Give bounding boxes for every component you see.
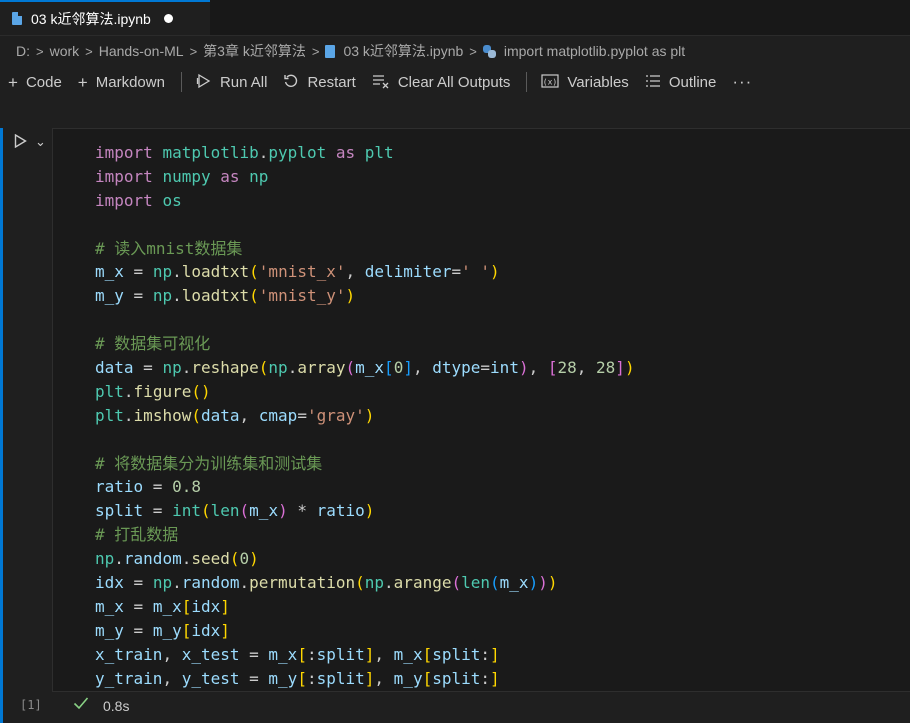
restart-label: Restart [307, 73, 356, 91]
code-line: import matplotlib.pyplot as plt [95, 143, 394, 162]
add-code-label: Code [25, 73, 62, 91]
code-line: import numpy as np [95, 166, 269, 186]
breadcrumb-file[interactable]: 03 k近邻算法.ipynb [343, 41, 463, 61]
chevron-right-icon: > [189, 43, 198, 59]
breadcrumb: D: > work > Hands-on-ML > 第3章 k近邻算法 > 03… [0, 36, 910, 66]
code-line: y_train, y_test = m_y[:split], m_y[split… [95, 668, 500, 688]
plus-icon: + [77, 72, 88, 92]
code-line: m_x = m_x[idx] [95, 596, 230, 616]
code-line: # 数据集可视化 [95, 334, 211, 354]
chevron-right-icon: > [311, 43, 320, 59]
notebook-file-icon [12, 12, 22, 25]
plus-icon: + [8, 72, 18, 92]
code-line: m_y = np.loadtxt('mnist_y') [95, 286, 356, 306]
variables-icon: (x) [541, 73, 559, 92]
variables-label: Variables [567, 73, 629, 91]
clear-all-icon [372, 73, 390, 92]
code-line: ratio = 0.8 [95, 477, 201, 497]
code-line: m_y = m_y[idx] [95, 620, 230, 640]
tab-title: 03 k近邻算法.ipynb [31, 10, 151, 27]
breadcrumb-folder-hands-on-ml[interactable]: Hands-on-ML [99, 43, 184, 59]
chevron-right-icon: > [85, 43, 93, 59]
restart-icon [283, 73, 299, 92]
code-line: plt.figure() [95, 381, 211, 401]
add-markdown-cell-button[interactable]: + Markdown [78, 74, 165, 91]
restart-button[interactable]: Restart [283, 73, 356, 92]
svg-text:(x): (x) [543, 77, 557, 86]
notebook-tab[interactable]: 03 k近邻算法.ipynb [0, 0, 210, 35]
breadcrumb-folder-chapter[interactable]: 第3章 k近邻算法 [203, 41, 306, 61]
code-line: plt.imshow(data, cmap='gray') [95, 405, 375, 425]
toolbar-divider [526, 72, 528, 92]
execution-time: 0.8s [103, 698, 130, 714]
code-line: data = np.reshape(np.array(m_x[0], dtype… [95, 358, 635, 378]
more-actions-button[interactable]: ··· [732, 72, 752, 92]
notebook-toolbar: + Code + Markdown Run All Restart Clear … [0, 66, 910, 98]
chevron-right-icon: > [36, 43, 44, 59]
breadcrumb-drive[interactable]: D: [16, 43, 30, 59]
clear-all-outputs-label: Clear All Outputs [397, 73, 511, 91]
run-all-button[interactable]: Run All [196, 73, 268, 92]
variables-button[interactable]: (x) Variables [541, 73, 629, 92]
execution-count: [1] [20, 698, 42, 712]
cell-focus-indicator [0, 128, 3, 723]
run-all-icon [196, 73, 212, 92]
toolbar-divider [180, 72, 182, 92]
add-code-cell-button[interactable]: + Code [8, 74, 62, 91]
code-line: split = int(len(m_x) * ratio) [95, 501, 375, 521]
unsaved-dot-icon[interactable] [163, 14, 173, 23]
code-line: # 读入mnist数据集 [95, 238, 243, 258]
chevron-right-icon: > [469, 43, 477, 59]
python-icon [482, 44, 496, 58]
code-line: idx = np.random.permutation(np.arange(le… [95, 573, 558, 593]
outline-button[interactable]: Outline [645, 73, 717, 92]
breadcrumb-folder-work[interactable]: work [50, 43, 80, 59]
code-line: m_x = np.loadtxt('mnist_x', delimiter=' … [95, 262, 500, 282]
add-markdown-label: Markdown [95, 73, 165, 91]
chevron-down-icon[interactable]: ⌄ [35, 134, 46, 150]
editor-tab-bar: 03 k近邻算法.ipynb [0, 0, 910, 36]
check-icon [73, 696, 89, 715]
run-cell-button[interactable] [14, 133, 27, 149]
breadcrumb-symbol[interactable]: import matplotlib.pyplot as plt [504, 43, 685, 59]
play-icon [14, 133, 27, 149]
outline-list-icon [645, 73, 661, 92]
code-line: np.random.seed(0) [95, 549, 259, 569]
run-all-label: Run All [219, 73, 268, 91]
outline-label: Outline [668, 73, 717, 91]
code-line: # 打乱数据 [95, 525, 179, 545]
clear-all-outputs-button[interactable]: Clear All Outputs [372, 73, 511, 92]
notebook-file-icon [325, 44, 336, 58]
code-line: # 将数据集分为训练集和测试集 [95, 453, 323, 473]
code-line: x_train, x_test = m_x[:split], m_x[split… [95, 644, 500, 664]
code-line: import os [95, 190, 182, 210]
code-block[interactable]: import matplotlib.pyplot as plt import nu… [95, 141, 635, 690]
